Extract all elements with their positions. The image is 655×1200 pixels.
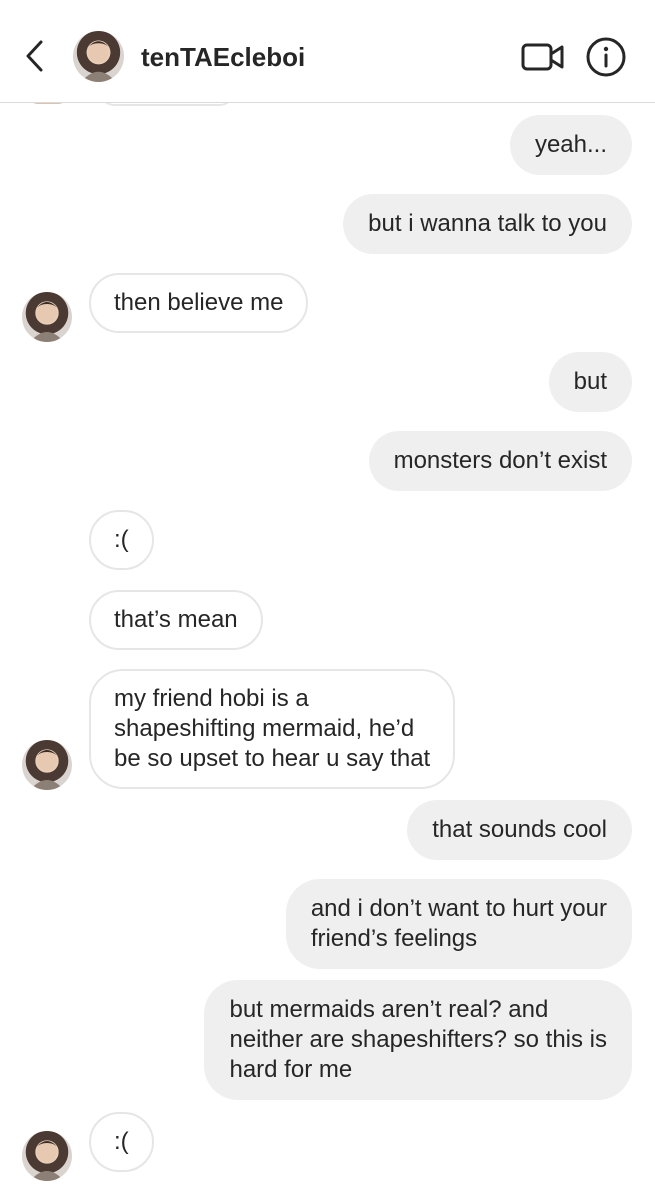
outgoing-message: but	[548, 352, 632, 412]
outgoing-message: monsters don’t exist	[368, 431, 632, 491]
video-camera-icon[interactable]	[521, 40, 565, 74]
incoming-message: :(	[89, 1112, 154, 1172]
incoming-message: then believe me	[89, 273, 309, 333]
info-icon[interactable]	[585, 36, 627, 78]
chat-header: tenTAEcleboi	[0, 0, 655, 103]
incoming-message: :(	[89, 510, 154, 570]
chat-username[interactable]: tenTAEcleboi	[141, 40, 305, 74]
incoming-message: my friend hobi is a shapeshifting mermai…	[89, 669, 456, 789]
outgoing-message: that sounds cool	[407, 800, 632, 860]
avatar[interactable]	[22, 292, 72, 342]
avatar[interactable]	[22, 740, 72, 790]
incoming-message: that’s mean	[89, 590, 263, 650]
avatar[interactable]	[73, 31, 124, 82]
avatar[interactable]	[22, 1131, 72, 1181]
outgoing-message: but mermaids aren’t real? and neither ar…	[204, 980, 632, 1100]
chevron-left-icon[interactable]	[22, 38, 48, 74]
outgoing-message: and i don’t want to hurt your friend’s f…	[285, 879, 632, 969]
outgoing-message: yeah...	[509, 115, 632, 175]
outgoing-message: but i wanna talk to you	[343, 194, 632, 254]
